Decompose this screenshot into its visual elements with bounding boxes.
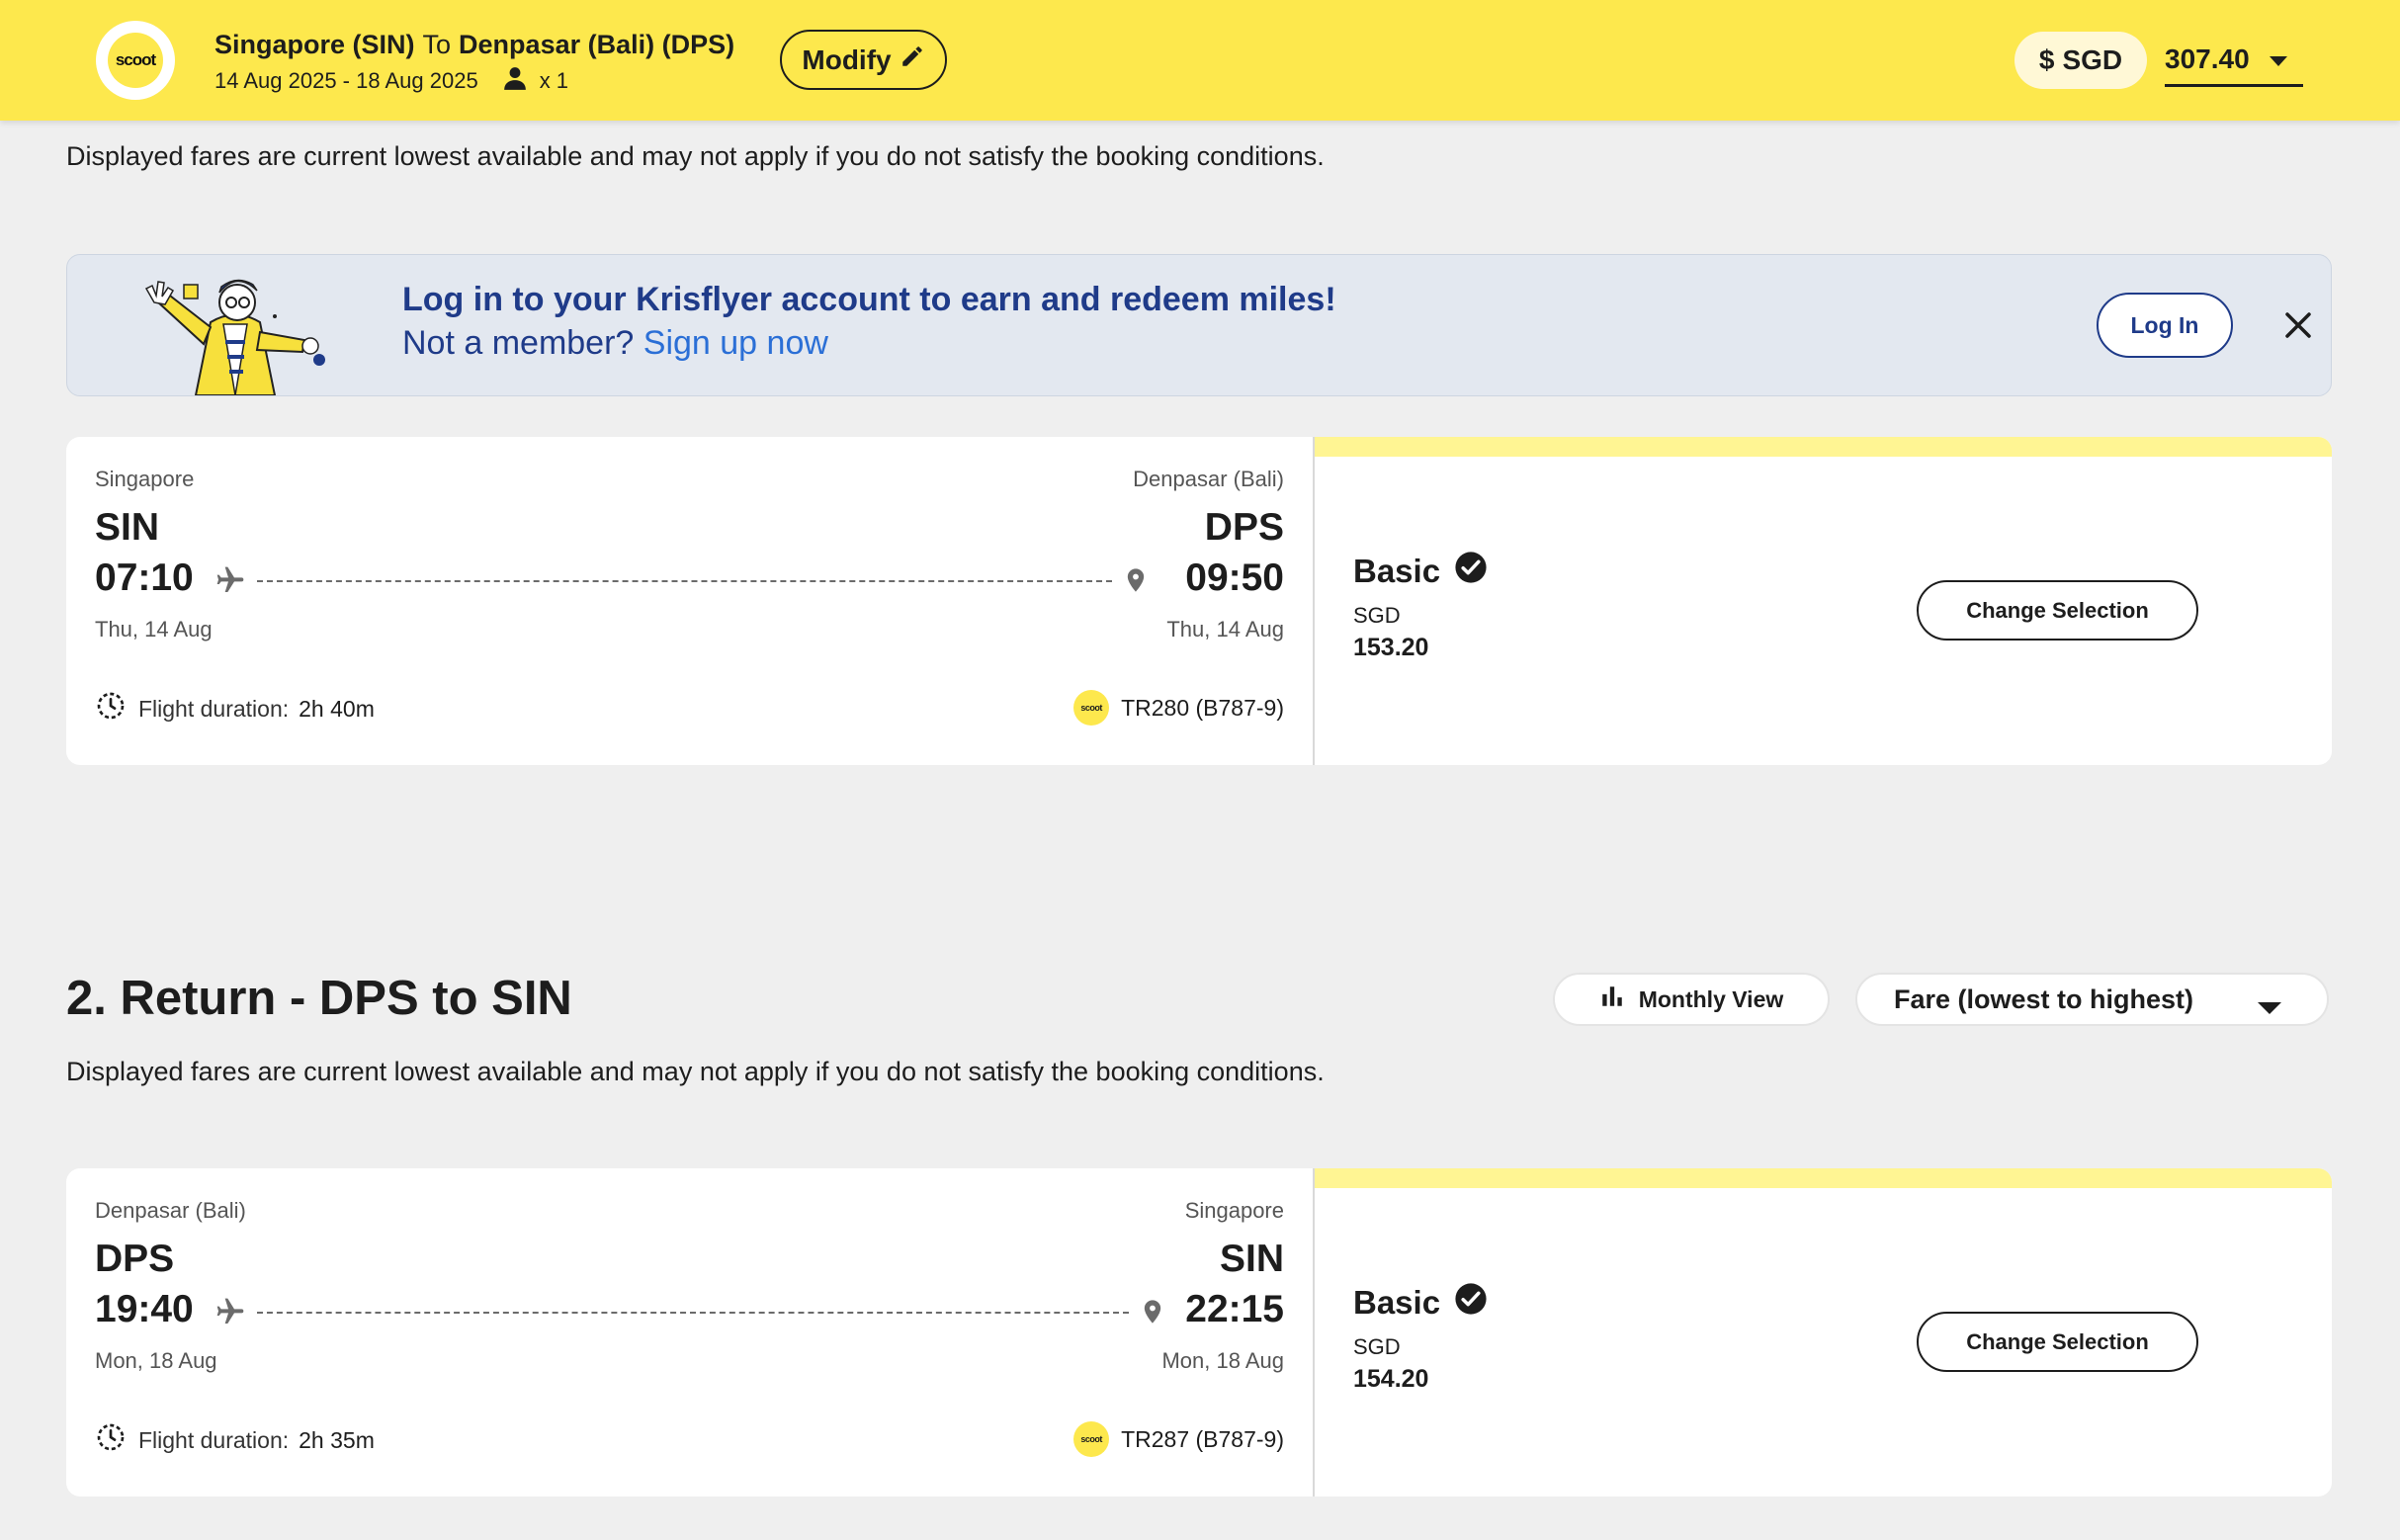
person-icon — [502, 65, 528, 97]
airline-logo: scoot — [1073, 690, 1110, 726]
flight-code: TR287 — [1121, 1425, 1190, 1452]
clock-icon — [95, 1421, 127, 1459]
origin-label: Singapore (SIN) — [214, 30, 415, 59]
arrival-date: Mon, 18 Aug — [1161, 1348, 1284, 1373]
fare-currency: SGD — [1353, 603, 1401, 628]
departure-time: 07:10 — [95, 556, 194, 599]
return-flight-card: Denpasar (Bali) Singapore DPS SIN 19:40 … — [66, 1168, 2332, 1497]
departure-date: Mon, 18 Aug — [95, 1348, 217, 1373]
duration-label: Flight duration: — [138, 695, 290, 722]
fare-name: Basic — [1353, 551, 1488, 592]
fare-selection: Basic SGD 153.20 Change Selection — [1315, 437, 2332, 765]
origin-city: Singapore — [95, 467, 195, 491]
location-pin-icon — [1139, 1296, 1166, 1332]
chevron-down-icon — [2256, 992, 2283, 1023]
duration-value: 2h 40m — [299, 695, 375, 722]
flight-details: Singapore Denpasar (Bali) SIN DPS 07:10 … — [66, 437, 1313, 765]
plane-icon — [214, 564, 247, 601]
check-circle-icon — [1454, 1282, 1488, 1324]
monthly-view-label: Monthly View — [1638, 985, 1784, 1012]
total-price-value: 307.40 — [2165, 43, 2250, 74]
duration-label: Flight duration: — [138, 1426, 290, 1453]
krisflyer-illustration — [127, 263, 374, 395]
to-label: To — [422, 30, 452, 59]
top-bar: scoot Singapore (SIN) To Denpasar (Bali) (… — [0, 0, 2400, 121]
flight-path-line — [257, 1312, 1129, 1314]
flight-number: scoot TR280 (B787-9) — [1073, 690, 1284, 726]
return-disclaimer: Displayed fares are current lowest avail… — [66, 1057, 1325, 1086]
departure-time: 19:40 — [95, 1288, 194, 1330]
arrival-time: 22:15 — [1185, 1288, 1284, 1330]
modify-button[interactable]: Modify — [780, 30, 947, 90]
krisflyer-banner: Log in to your Krisflyer account to earn… — [66, 254, 2332, 396]
total-price-dropdown[interactable]: 307.40 — [2165, 40, 2303, 87]
destination-code: SIN — [1219, 1238, 1284, 1280]
pencil-icon — [900, 43, 925, 76]
bar-chart-icon — [1599, 984, 1625, 1015]
fare-amount: 153.20 — [1353, 634, 1429, 661]
sign-up-link[interactable]: Sign up now — [643, 324, 828, 362]
date-range: 14 Aug 2025 - 18 Aug 2025 — [214, 68, 478, 93]
aircraft-type: (B787-9) — [1195, 694, 1284, 721]
modify-label: Modify — [802, 43, 892, 75]
destination-label: Denpasar (Bali) (DPS) — [459, 30, 735, 59]
check-circle-icon — [1454, 551, 1488, 592]
monthly-view-button[interactable]: Monthly View — [1553, 973, 1830, 1026]
fare-selection: Basic SGD 154.20 Change Selection — [1315, 1168, 2332, 1497]
arrival-date: Thu, 14 Aug — [1166, 617, 1284, 642]
destination-city: Denpasar (Bali) — [1133, 467, 1284, 491]
fare-name-label: Basic — [1353, 553, 1441, 589]
flight-number: scoot TR287 (B787-9) — [1073, 1421, 1284, 1457]
passenger-count: x 1 — [539, 68, 569, 93]
departure-date: Thu, 14 Aug — [95, 617, 213, 642]
fare-strip — [1315, 1168, 2332, 1188]
dollar-icon: $ — [2038, 44, 2055, 75]
flight-path-line — [257, 580, 1112, 582]
arrival-time: 09:50 — [1185, 556, 1284, 599]
scoot-logo[interactable]: scoot — [96, 21, 175, 100]
plane-icon — [214, 1296, 247, 1332]
log-in-button[interactable]: Log In — [2097, 293, 2233, 358]
outbound-disclaimer: Displayed fares are current lowest avail… — [66, 141, 1325, 171]
duration-value: 2h 35m — [299, 1426, 375, 1453]
sort-dropdown[interactable]: Fare (lowest to highest) — [1855, 973, 2329, 1026]
currency-selector[interactable]: $ SGD — [2014, 32, 2147, 89]
trip-dates: 14 Aug 2025 - 18 Aug 2025 x 1 — [214, 65, 568, 97]
fare-name: Basic — [1353, 1282, 1488, 1324]
flight-code: TR280 — [1121, 694, 1190, 721]
fare-currency: SGD — [1353, 1334, 1401, 1359]
flight-path — [214, 561, 1150, 599]
currency-label: SGD — [2062, 44, 2123, 75]
flight-path — [214, 1293, 1166, 1330]
krisflyer-title: Log in to your Krisflyer account to earn… — [402, 281, 1336, 318]
destination-code: DPS — [1204, 506, 1284, 549]
location-pin-icon — [1122, 564, 1150, 601]
flight-details: Denpasar (Bali) Singapore DPS SIN 19:40 … — [66, 1168, 1313, 1497]
destination-city: Singapore — [1184, 1198, 1284, 1223]
krisflyer-subtitle: Not a member? Sign up now — [402, 324, 828, 363]
origin-city: Denpasar (Bali) — [95, 1198, 246, 1223]
origin-code: DPS — [95, 1238, 175, 1280]
change-selection-button[interactable]: Change Selection — [1917, 580, 2198, 641]
close-icon[interactable] — [2273, 300, 2323, 350]
airline-logo: scoot — [1073, 1421, 1110, 1457]
flight-duration: Flight duration: 2h 40m — [95, 690, 375, 727]
return-section-title: 2. Return - DPS to SIN — [66, 972, 572, 1025]
trip-route: Singapore (SIN) To Denpasar (Bali) (DPS) — [214, 30, 734, 60]
origin-code: SIN — [95, 506, 160, 549]
chevron-down-icon — [2268, 43, 2289, 75]
flight-duration: Flight duration: 2h 35m — [95, 1421, 375, 1459]
fare-strip — [1315, 437, 2332, 457]
change-selection-button[interactable]: Change Selection — [1917, 1312, 2198, 1372]
aircraft-type: (B787-9) — [1195, 1425, 1284, 1452]
not-member-text: Not a member? — [402, 324, 635, 362]
sort-label: Fare (lowest to highest) — [1894, 984, 2194, 1014]
outbound-flight-card: Singapore Denpasar (Bali) SIN DPS 07:10 … — [66, 437, 2332, 765]
logo-text: scoot — [108, 33, 163, 88]
clock-icon — [95, 690, 127, 727]
fare-name-label: Basic — [1353, 1284, 1441, 1321]
fare-amount: 154.20 — [1353, 1365, 1429, 1393]
